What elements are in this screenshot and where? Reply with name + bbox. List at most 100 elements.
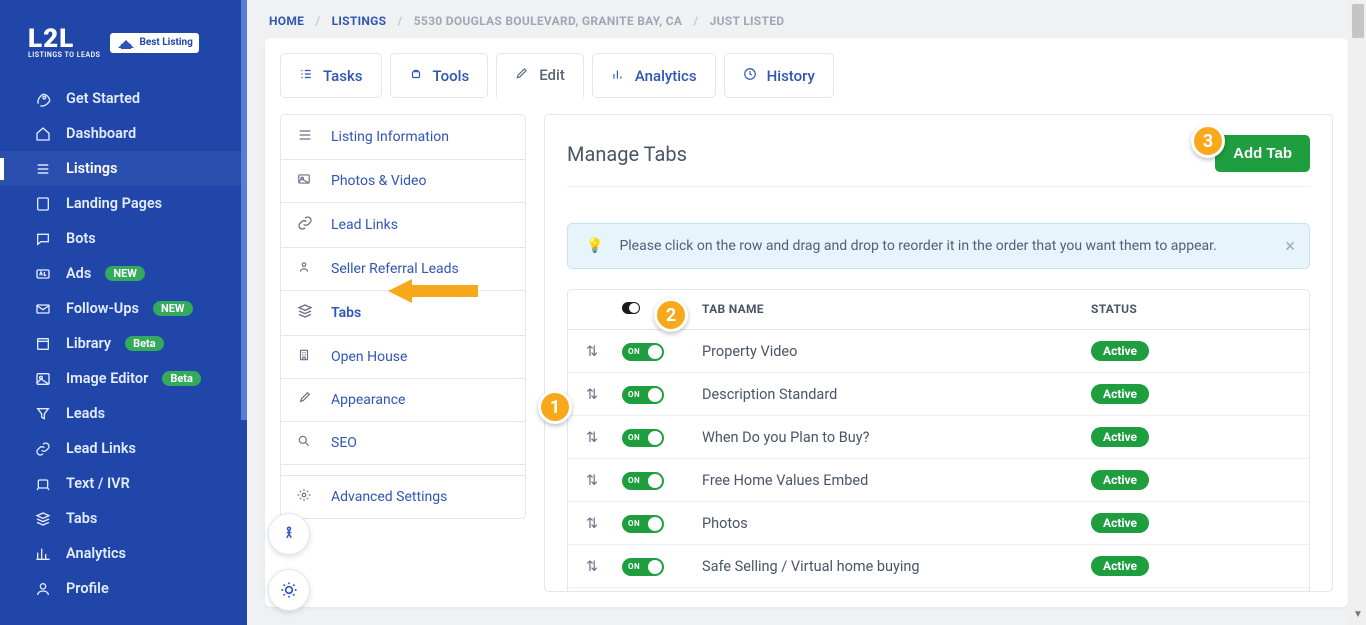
tab-tools[interactable]: Tools	[390, 53, 489, 98]
breadcrumb: HOME / LISTINGS / 5530 DOUGLAS BOULEVARD…	[247, 0, 1366, 38]
table-row[interactable]: ⇅ ON Photos Active	[568, 502, 1309, 545]
nav-label: Image Editor	[66, 370, 148, 387]
tab-analytics[interactable]: Analytics	[592, 53, 716, 98]
help-button[interactable]	[268, 569, 310, 611]
sidebar-item-library[interactable]: LibraryBeta	[0, 326, 247, 361]
sidepanel-item-photos-video[interactable]: Photos & Video	[281, 160, 525, 203]
sidepanel-item-lead-links[interactable]: Lead Links	[281, 203, 525, 248]
nav-label: Analytics	[66, 545, 126, 562]
nav-label: Profile	[66, 580, 109, 597]
sidebar-item-bots[interactable]: Bots	[0, 221, 247, 256]
close-icon[interactable]: ×	[1285, 236, 1295, 257]
breadcrumb-listings[interactable]: LISTINGS	[332, 14, 387, 28]
sidebar-item-listings[interactable]: Listings	[0, 151, 247, 186]
table-row[interactable]: ⇅ ON Maps & Local Active	[568, 588, 1309, 592]
row-name: When Do you Plan to Buy?	[702, 429, 1091, 446]
sidebar-item-follow-ups[interactable]: Follow-UpsNEW	[0, 291, 247, 326]
drag-handle-icon[interactable]: ⇅	[586, 343, 598, 360]
rocket-icon	[34, 91, 52, 107]
toggle-switch[interactable]: ON	[622, 472, 664, 490]
add-tab-button[interactable]: Add Tab	[1215, 135, 1310, 172]
table-row[interactable]: ⇅ ON Free Home Values Embed Active	[568, 459, 1309, 502]
row-name: Free Home Values Embed	[702, 472, 1091, 489]
sidepanel-item-seo[interactable]: SEO	[281, 422, 525, 465]
drag-handle-icon[interactable]: ⇅	[586, 386, 598, 403]
tour-button[interactable]	[268, 513, 310, 555]
toggle-all[interactable]	[622, 302, 640, 314]
sidepanel-label: Photos & Video	[331, 173, 426, 189]
nav-label: Library	[66, 335, 111, 352]
tab-history[interactable]: History	[724, 53, 834, 98]
book-icon	[34, 336, 52, 352]
sidepanel-item-advanced-settings[interactable]: Advanced Settings	[281, 475, 525, 518]
badge: NEW	[105, 266, 145, 281]
col-status: STATUS	[1091, 302, 1291, 317]
sidebar-item-leads[interactable]: Leads	[0, 396, 247, 431]
toggle-switch[interactable]: ON	[622, 343, 664, 361]
status-badge: Active	[1091, 470, 1149, 490]
toggle-switch[interactable]: ON	[622, 386, 664, 404]
nav-label: Tabs	[66, 510, 97, 527]
sidebar-item-landing-pages[interactable]: Landing Pages	[0, 186, 247, 221]
sidebar-item-tabs[interactable]: Tabs	[0, 501, 247, 536]
col-tab-name: TAB NAME	[702, 302, 1091, 317]
sidebar-item-profile[interactable]: Profile	[0, 571, 247, 606]
table-row[interactable]: ⇅ ON Safe Selling / Virtual home buying …	[568, 545, 1309, 588]
sidebar-item-analytics[interactable]: Analytics	[0, 536, 247, 571]
breadcrumb-home[interactable]: HOME	[269, 14, 304, 28]
sidebar-item-text-ivr[interactable]: Text / IVR	[0, 466, 247, 501]
sms-icon	[34, 476, 52, 492]
nav-label: Bots	[66, 230, 96, 247]
badge: Beta	[162, 371, 201, 386]
page-scrollbar[interactable]: ▼	[1350, 0, 1366, 625]
status-badge: Active	[1091, 513, 1149, 533]
toggle-switch[interactable]: ON	[622, 558, 664, 576]
nav-label: Follow-Ups	[66, 300, 139, 317]
sidepanel-item-listing-information[interactable]: Listing Information	[281, 115, 525, 160]
sidebar-item-ads[interactable]: AdsNEW	[0, 256, 247, 291]
tab-label: Tasks	[323, 67, 363, 85]
tab-label: Tools	[433, 67, 470, 85]
drag-handle-icon[interactable]: ⇅	[586, 515, 598, 532]
drag-handle-icon[interactable]: ⇅	[586, 472, 598, 489]
sidepanel-item-appearance[interactable]: Appearance	[281, 379, 525, 422]
chat-icon	[34, 231, 52, 247]
table-row[interactable]: ⇅ ON When Do you Plan to Buy? Active	[568, 416, 1309, 459]
drag-handle-icon[interactable]: ⇅	[586, 429, 598, 446]
tasks-icon	[299, 67, 313, 85]
floating-buttons	[268, 513, 310, 611]
table-row[interactable]: ⇅ ON Property Video Active	[568, 330, 1309, 373]
toggle-switch[interactable]: ON	[622, 429, 664, 447]
user-icon	[34, 581, 52, 597]
tab-label: Edit	[539, 66, 565, 84]
info-box: 💡 Please click on the row and drag and d…	[567, 223, 1310, 269]
sidebar-item-image-editor[interactable]: Image Editor Beta	[0, 361, 247, 396]
sidepanel-label: Listing Information	[331, 129, 449, 145]
brush-icon	[297, 391, 313, 409]
sidebar-item-lead-links[interactable]: Lead Links	[0, 431, 247, 466]
building-icon	[297, 348, 313, 366]
nav-label: Text / IVR	[66, 475, 130, 492]
sidebar-item-get-started[interactable]: Get Started	[0, 81, 247, 116]
photo-icon	[297, 172, 313, 190]
sidebar-item-dashboard[interactable]: Dashboard	[0, 116, 247, 151]
history-icon	[743, 67, 757, 85]
mail-icon	[34, 301, 52, 317]
row-name: Photos	[702, 515, 1091, 532]
table-row[interactable]: ⇅ ON Description Standard Active	[568, 373, 1309, 416]
image-icon	[34, 371, 52, 387]
status-badge: Active	[1091, 384, 1149, 404]
toggle-switch[interactable]: ON	[622, 515, 664, 533]
logo: L2L LISTINGS TO LEADS	[28, 26, 100, 59]
sidepanel-label: Tabs	[331, 305, 361, 321]
tab-label: Analytics	[635, 67, 697, 85]
funnel-icon	[34, 406, 52, 422]
tab-label: History	[767, 67, 815, 85]
person-icon	[297, 260, 313, 278]
tab-tasks[interactable]: Tasks	[280, 53, 382, 98]
app-sidebar: L2L LISTINGS TO LEADS Best Listing Get S…	[0, 0, 247, 625]
drag-handle-icon[interactable]: ⇅	[586, 558, 598, 575]
sidepanel-item-open-house[interactable]: Open House	[281, 336, 525, 379]
gear-icon	[297, 488, 313, 506]
tab-edit[interactable]: Edit	[496, 53, 584, 98]
